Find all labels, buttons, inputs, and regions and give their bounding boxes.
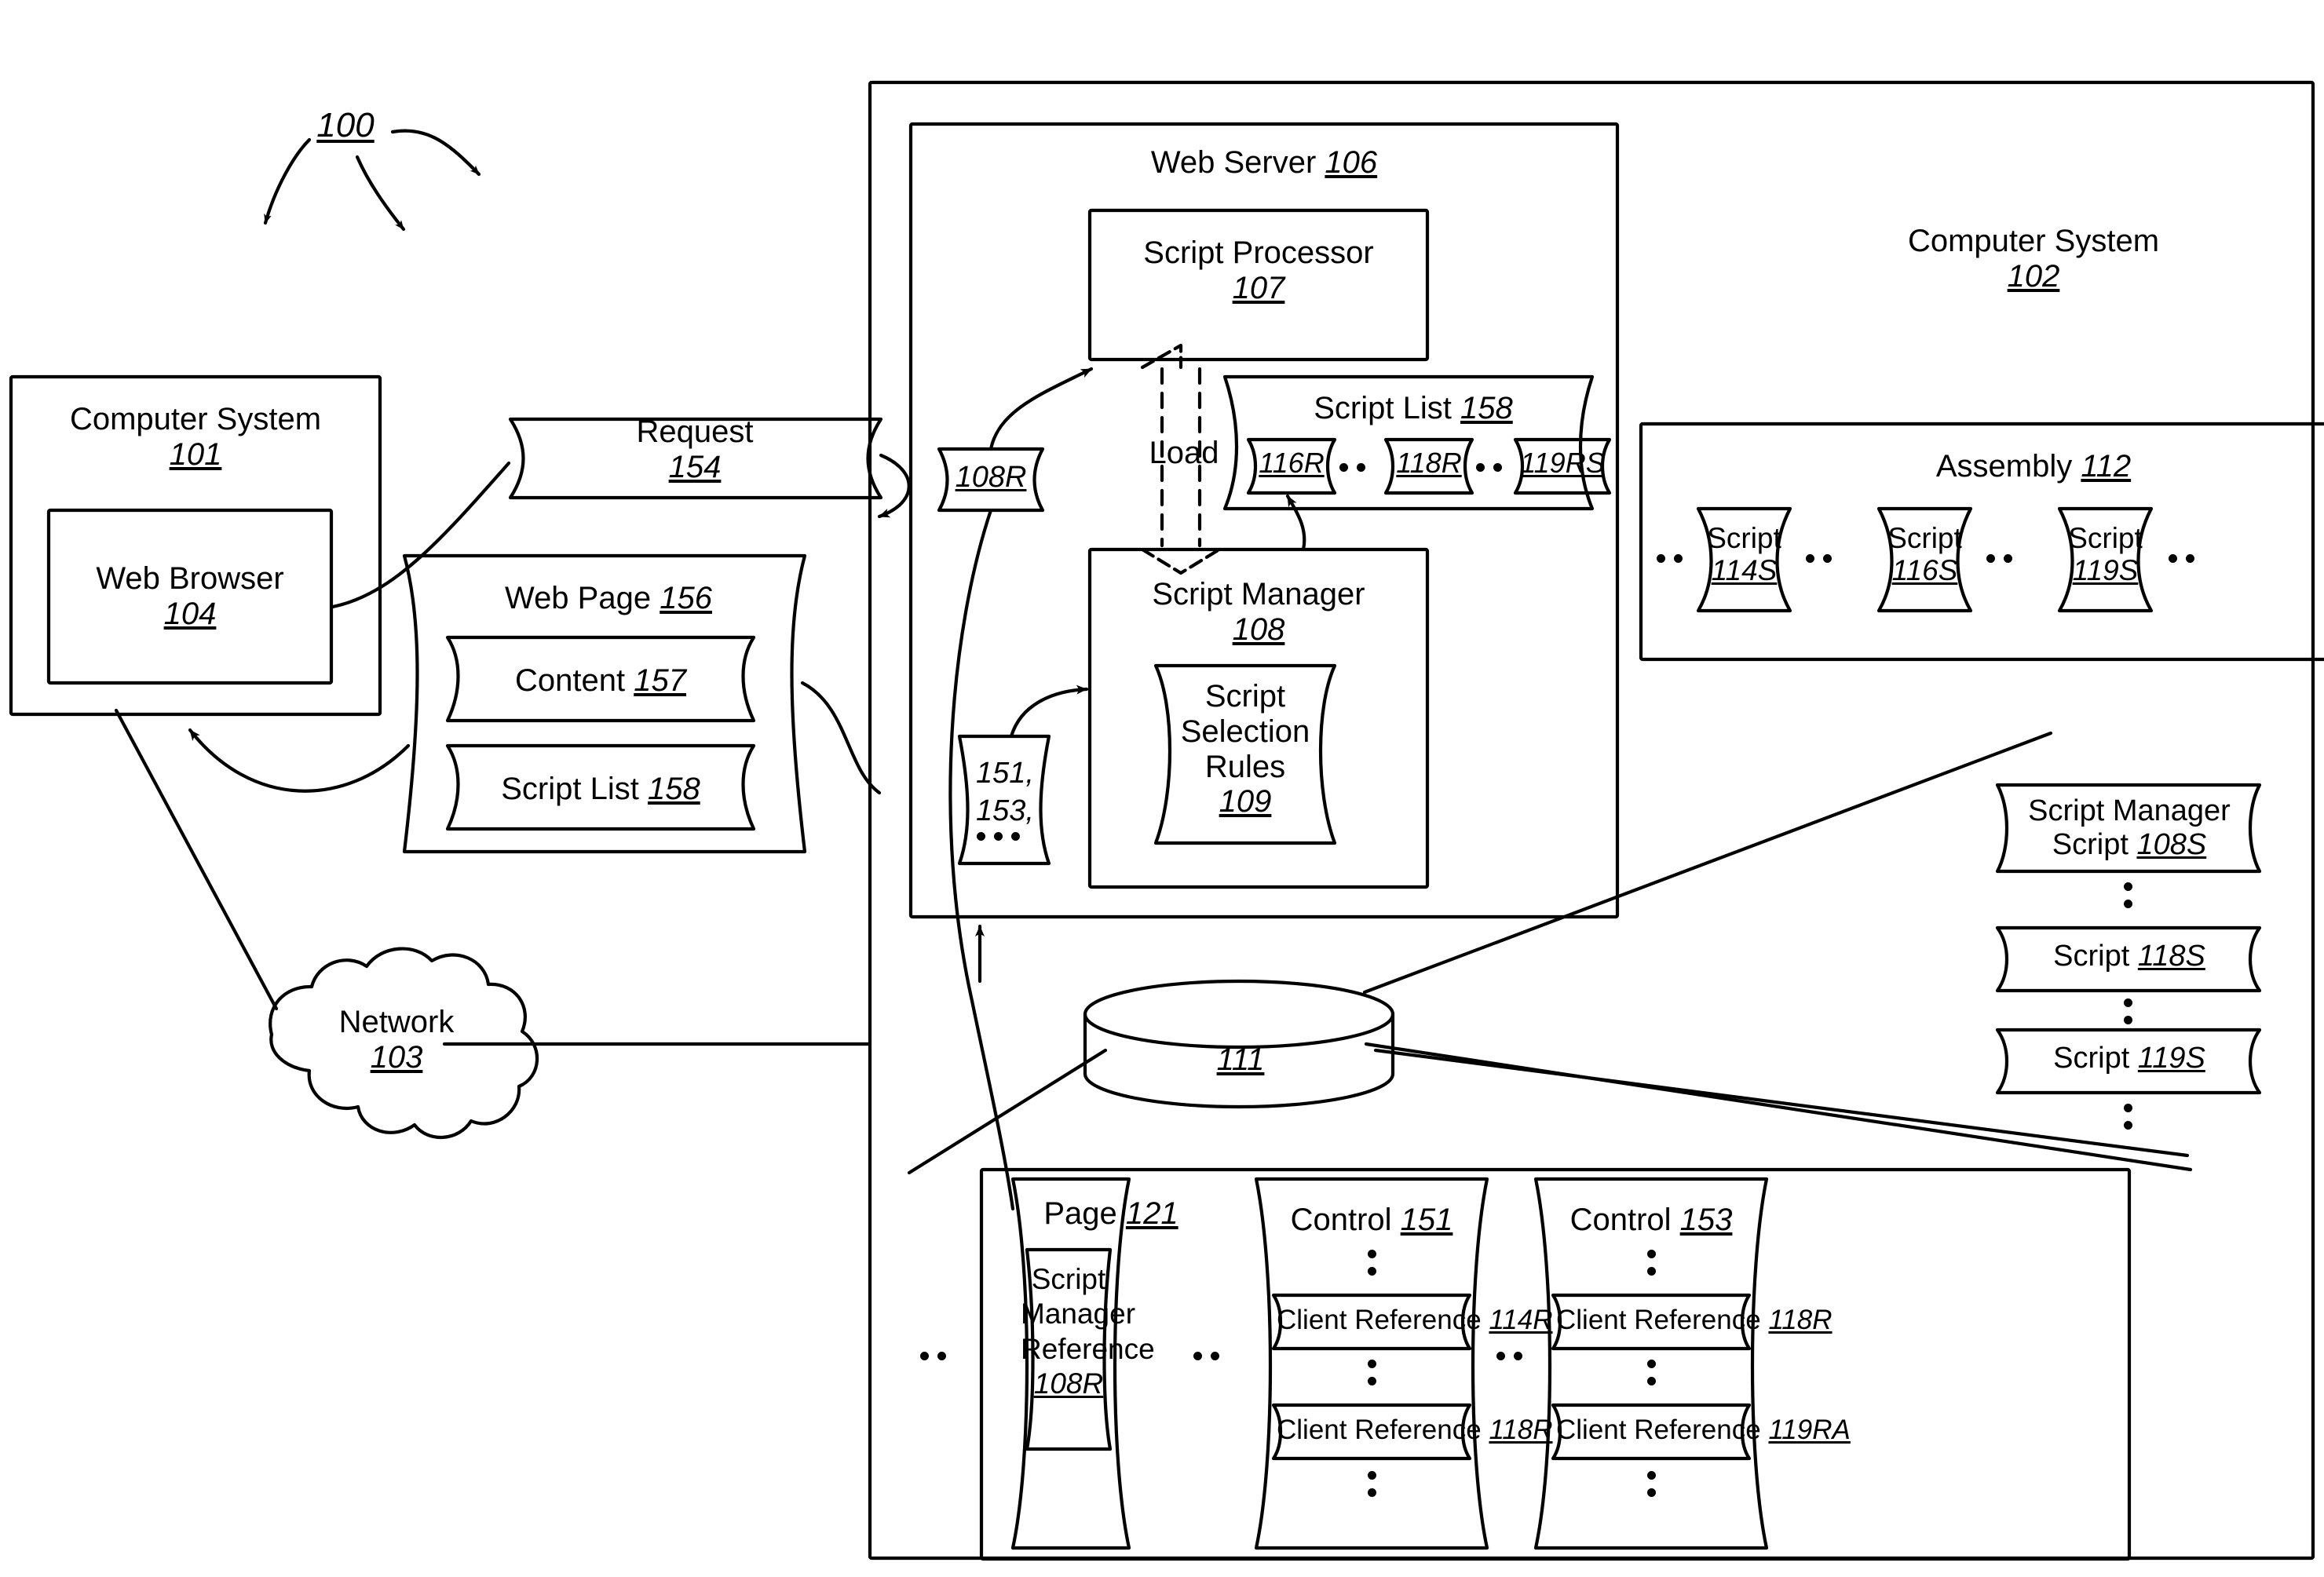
script-list-dots-2 bbox=[1476, 463, 1502, 472]
db-callout-line-bottom bbox=[907, 1048, 1108, 1175]
web-page-script-list-158-shape bbox=[445, 743, 756, 831]
control-153-dots-3 bbox=[1647, 1471, 1656, 1497]
curve-151153-to-script-manager bbox=[1009, 684, 1089, 739]
script-119S-shape bbox=[2057, 506, 2154, 613]
request-to-cs102-curve bbox=[877, 453, 911, 519]
bottom-group-box bbox=[979, 1167, 2132, 1561]
db-callout-line-upper bbox=[1362, 731, 2053, 995]
server-script-list-158-shape bbox=[1222, 374, 1595, 511]
control-151-dots-1 bbox=[1368, 1250, 1376, 1276]
network-to-cs101-line bbox=[114, 708, 279, 1011]
control-153-dots-1 bbox=[1647, 1250, 1656, 1276]
script-selection-rules-109-shape bbox=[1153, 663, 1337, 845]
bottom-dots-between-controls bbox=[1496, 1352, 1522, 1360]
bottom-dots-left bbox=[920, 1352, 946, 1360]
figure-line-art bbox=[9, 80, 2324, 1561]
web-server-106-box bbox=[908, 122, 1620, 919]
assembly-dots-mid-2 bbox=[1986, 554, 2012, 563]
db-callout-line-lower-b bbox=[1373, 1048, 2190, 1158]
figure-callout-arrows bbox=[263, 129, 481, 232]
script-manager-108-box bbox=[1087, 547, 1430, 889]
client-reference-118R-a-shape bbox=[1271, 1403, 1472, 1461]
curve-108R-to-script-processor bbox=[988, 367, 1094, 451]
script-119S-shape bbox=[1995, 1028, 2262, 1095]
client-reference-118R-b-shape bbox=[1551, 1293, 1752, 1351]
store-dots-3 bbox=[2124, 1104, 2132, 1130]
webpage-to-server-curve bbox=[800, 681, 882, 795]
token-108R-shape bbox=[937, 447, 1045, 513]
script-118S-shape bbox=[1995, 925, 2262, 993]
assembly-dots-left bbox=[1657, 554, 1683, 563]
script-token-116R-shape bbox=[1246, 437, 1337, 495]
control-151-dots-3 bbox=[1368, 1471, 1376, 1497]
load-dashed-arrows bbox=[1160, 367, 1202, 548]
webpage-to-browser-curve bbox=[188, 728, 411, 793]
database-111-cylinder bbox=[1083, 979, 1395, 1109]
store-dots-2 bbox=[2124, 998, 2132, 1024]
script-token-119RS-shape bbox=[1513, 437, 1612, 495]
token-151-153-dots bbox=[977, 832, 1020, 841]
token-151-153-shape bbox=[957, 734, 1051, 866]
store-dots-1 bbox=[2124, 882, 2132, 908]
script-114S-shape bbox=[1696, 506, 1792, 613]
control-151-dots-2 bbox=[1368, 1360, 1376, 1385]
load-arrowheads bbox=[1140, 343, 1222, 575]
page-121-shape bbox=[1010, 1177, 1131, 1550]
web-browser-104-box bbox=[46, 508, 334, 685]
bottom-dots-between-page-control151 bbox=[1193, 1352, 1219, 1360]
script-116S-shape bbox=[1876, 506, 1973, 613]
assembly-dots-mid-1 bbox=[1806, 554, 1832, 563]
assembly-dots-right bbox=[2169, 554, 2194, 563]
client-reference-119RA-shape bbox=[1551, 1403, 1752, 1461]
assembly-112-box bbox=[1639, 422, 2324, 662]
script-processor-107-box bbox=[1087, 208, 1430, 362]
computer-system-101-box bbox=[9, 374, 382, 717]
script-list-dots-1 bbox=[1339, 463, 1365, 472]
script-manager-reference-108R-shape bbox=[1025, 1247, 1113, 1451]
curve-script-manager-to-script-list bbox=[1285, 494, 1306, 552]
control-153-dots-2 bbox=[1647, 1360, 1656, 1385]
db-callout-line-lower-a bbox=[1364, 1042, 2193, 1172]
content-157-shape bbox=[445, 635, 756, 723]
script-manager-script-108S-shape bbox=[1995, 783, 2262, 874]
browser-to-request-curve bbox=[331, 461, 511, 609]
request-154-shape bbox=[508, 417, 883, 500]
computer-system-102-box bbox=[868, 80, 2315, 1561]
script-token-118R-shape bbox=[1383, 437, 1474, 495]
patent-figure: 100 Computer System 101 Web Browser 104 … bbox=[0, 0, 2324, 1577]
client-reference-114R-shape bbox=[1271, 1293, 1472, 1351]
